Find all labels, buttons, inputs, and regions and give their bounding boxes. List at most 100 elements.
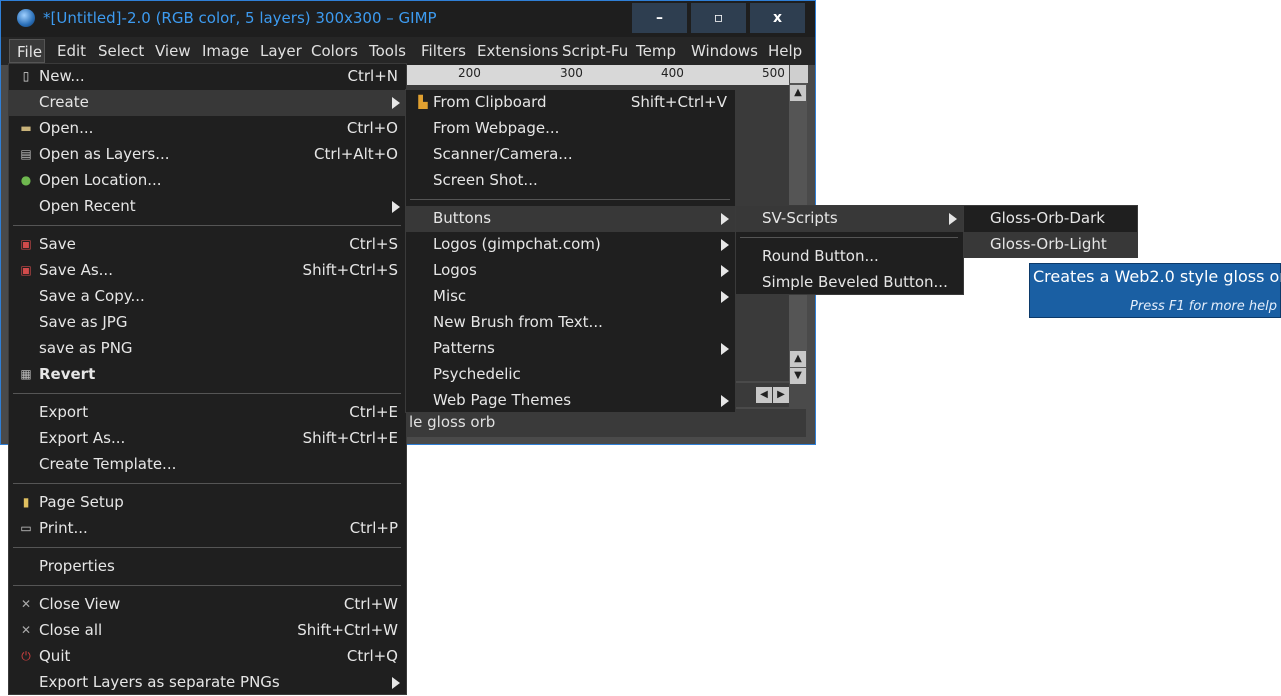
close-icon: x [772, 10, 783, 26]
create-buttons-item[interactable]: Buttons [406, 206, 735, 232]
file-create-template-item[interactable]: Create Template... [9, 452, 406, 478]
file-create-item[interactable]: Create [9, 90, 406, 116]
menu-image[interactable]: Image [202, 42, 249, 60]
menu-separator [13, 585, 401, 586]
menu-edit[interactable]: Edit [57, 42, 86, 60]
ruler-label: 500 [762, 66, 785, 80]
scroll-left-icon[interactable]: ◀ [756, 387, 772, 403]
file-properties-item[interactable]: Properties [9, 554, 406, 580]
revert-icon: ▦ [20, 367, 32, 381]
file-save-png-item[interactable]: save as PNG [9, 336, 406, 362]
file-open-location-item[interactable]: ● Open Location... [9, 168, 406, 194]
close-icon: ✕ [20, 623, 32, 637]
create-misc-item[interactable]: Misc [406, 284, 735, 310]
tooltip-help: Press F1 for more help [1130, 299, 1277, 314]
file-close-view-item[interactable]: ✕ Close View Ctrl+W [9, 592, 406, 618]
chevron-right-icon [949, 213, 957, 225]
file-export-layers-item[interactable]: Export Layers as separate PNGs [9, 670, 406, 696]
create-from-webpage-item[interactable]: From Webpage... [406, 116, 735, 142]
horizontal-ruler: 200 300 400 500 [406, 65, 789, 85]
minimize-icon: – [656, 10, 663, 26]
minimize-button[interactable]: – [632, 3, 687, 33]
file-export-item[interactable]: Export Ctrl+E [9, 400, 406, 426]
globe-icon: ● [20, 173, 32, 187]
buttons-submenu: SV-Scripts Round Button... Simple Bevele… [735, 205, 964, 295]
maximize-button[interactable]: ▫ [691, 3, 746, 33]
buttons-simple-beveled-item[interactable]: Simple Beveled Button... [736, 270, 963, 296]
file-save-item[interactable]: ▣ Save Ctrl+S [9, 232, 406, 258]
file-save-as-item[interactable]: ▣ Save As... Shift+Ctrl+S [9, 258, 406, 284]
file-open-item[interactable]: ▬ Open... Ctrl+O [9, 116, 406, 142]
printer-icon: ▭ [20, 521, 32, 535]
menu-separator [410, 199, 730, 200]
status-text: le gloss orb [409, 413, 496, 431]
menu-separator [740, 237, 958, 238]
ruler-label: 300 [560, 66, 583, 80]
create-logos-item[interactable]: Logos [406, 258, 735, 284]
tooltip-text: Creates a Web2.0 style gloss orb [1033, 267, 1281, 286]
scroll-right-icon[interactable]: ▶ [773, 387, 789, 403]
chevron-right-icon [392, 677, 400, 689]
file-open-layers-item[interactable]: ▤ Open as Layers... Ctrl+Alt+O [9, 142, 406, 168]
create-brush-from-text-item[interactable]: New Brush from Text... [406, 310, 735, 336]
file-new-item[interactable]: ▯ New... Ctrl+N [9, 64, 406, 90]
chevron-right-icon [721, 343, 729, 355]
menu-temp[interactable]: Temp [636, 42, 676, 60]
ruler-label: 400 [661, 66, 684, 80]
create-web-page-themes-item[interactable]: Web Page Themes [406, 388, 735, 414]
scroll-down-icon[interactable]: ▼ [790, 368, 806, 384]
tooltip: Creates a Web2.0 style gloss orb Press F… [1029, 263, 1281, 318]
file-export-as-item[interactable]: Export As... Shift+Ctrl+E [9, 426, 406, 452]
menu-help[interactable]: Help [768, 42, 802, 60]
layers-icon: ▤ [20, 147, 32, 161]
menu-select[interactable]: Select [98, 42, 144, 60]
close-icon: ✕ [20, 597, 32, 611]
menu-filters[interactable]: Filters [421, 42, 466, 60]
create-patterns-item[interactable]: Patterns [406, 336, 735, 362]
ruler-label: 200 [458, 66, 481, 80]
file-save-jpg-item[interactable]: Save as JPG [9, 310, 406, 336]
menu-windows[interactable]: Windows [691, 42, 758, 60]
create-psychedelic-item[interactable]: Psychedelic [406, 362, 735, 388]
close-window-button[interactable]: x [750, 3, 805, 33]
create-screenshot-item[interactable]: Screen Shot... [406, 168, 735, 194]
gloss-orb-light-item[interactable]: Gloss-Orb-Light [964, 232, 1137, 258]
clipboard-icon: ▙ [418, 95, 428, 109]
folder-icon: ▬ [20, 121, 32, 135]
new-file-icon: ▯ [22, 69, 30, 83]
menu-separator [13, 483, 401, 484]
file-revert-item[interactable]: ▦ Revert [9, 362, 406, 388]
save-icon: ▣ [20, 237, 32, 251]
buttons-sv-scripts-item[interactable]: SV-Scripts [736, 206, 963, 232]
menu-layer[interactable]: Layer [260, 42, 302, 60]
file-open-recent-item[interactable]: Open Recent [9, 194, 406, 220]
title-bar: *[Untitled]-2.0 (RGB color, 5 layers) 30… [1, 1, 815, 37]
buttons-round-button-item[interactable]: Round Button... [736, 244, 963, 270]
menu-view[interactable]: View [155, 42, 191, 60]
menu-tools[interactable]: Tools [369, 42, 406, 60]
chevron-right-icon [392, 97, 400, 109]
create-scanner-item[interactable]: Scanner/Camera... [406, 142, 735, 168]
menu-colors[interactable]: Colors [311, 42, 358, 60]
create-submenu: ▙ From Clipboard Shift+Ctrl+V From Webpage… [405, 89, 736, 413]
page-setup-icon: ▮ [22, 495, 30, 509]
file-quit-item[interactable]: ⏻ Quit Ctrl+Q [9, 644, 406, 670]
file-print-item[interactable]: ▭ Print... Ctrl+P [9, 516, 406, 542]
scroll-up-icon[interactable]: ▲ [790, 85, 806, 101]
navigate-icon[interactable] [790, 65, 808, 83]
zoom-up-icon[interactable]: ▲ [790, 351, 806, 367]
menu-script-fu[interactable]: Script-Fu [562, 42, 628, 60]
menu-bar: File Edit Select View Image Layer Colors… [1, 37, 815, 65]
file-save-copy-item[interactable]: Save a Copy... [9, 284, 406, 310]
gloss-orb-dark-item[interactable]: Gloss-Orb-Dark [964, 206, 1137, 232]
create-from-clipboard-item[interactable]: ▙ From Clipboard Shift+Ctrl+V [406, 90, 735, 116]
chevron-right-icon [721, 265, 729, 277]
save-as-icon: ▣ [20, 263, 32, 277]
menu-file[interactable]: File [9, 39, 45, 63]
gimp-logo-icon [17, 9, 35, 27]
create-logos-gimpchat-item[interactable]: Logos (gimpchat.com) [406, 232, 735, 258]
file-close-all-item[interactable]: ✕ Close all Shift+Ctrl+W [9, 618, 406, 644]
file-page-setup-item[interactable]: ▮ Page Setup [9, 490, 406, 516]
menu-extensions[interactable]: Extensions [477, 42, 558, 60]
chevron-right-icon [721, 291, 729, 303]
